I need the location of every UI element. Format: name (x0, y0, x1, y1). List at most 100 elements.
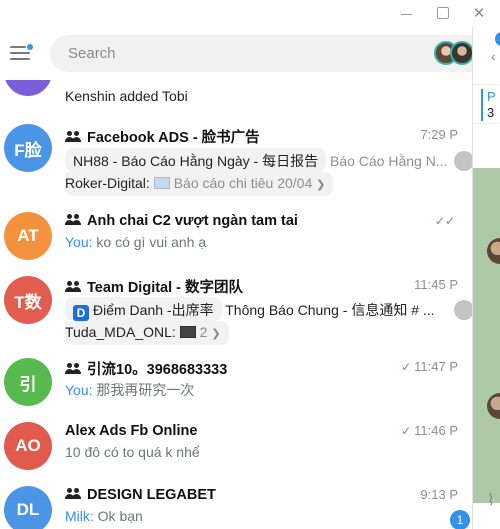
image-thumbnail (179, 326, 196, 338)
unread-badge (454, 300, 472, 320)
back-icon[interactable]: ‹ (491, 48, 496, 64)
image-thumbnail (153, 177, 170, 189)
message-pill: Roker-Digital: Báo cáo chi tiêu 20/04 ❯ (65, 172, 334, 196)
chat-time: ✓ 11:47 P (401, 359, 458, 374)
message-avatar[interactable] (487, 238, 500, 264)
chat-panel: ‹ P 3 ⌇ (472, 26, 500, 529)
chat-item[interactable]: AT Anh chai C2 vượt ngàn tam tai ✓✓ You:… (0, 204, 472, 268)
topic-pill[interactable]: D Điểm Danh -出席率 (65, 297, 222, 321)
chat-item[interactable]: AO Alex Ads Fb Online ✓ 11:46 P 10 đô có … (0, 414, 472, 478)
chat-name: Facebook ADS - 脸书广告 (87, 130, 260, 146)
close-button[interactable]: ✕ (466, 2, 492, 24)
chat-list: Kenshin added Tobi F脸 Facebook ADS - 脸书广… (0, 80, 472, 529)
chat-panel-avatar[interactable] (495, 32, 500, 46)
menu-notification-dot (27, 44, 33, 50)
maximize-button[interactable] (430, 2, 456, 24)
chat-time: 11:45 P (414, 277, 458, 292)
chat-name: Anh chai C2 vượt ngàn tam tai (87, 213, 298, 229)
chat-avatar (4, 80, 52, 96)
chat-time: ✓ 11:46 P (401, 423, 458, 438)
chat-item[interactable]: Kenshin added Tobi (0, 80, 472, 104)
topic-name: NH88 - Báo Cáo Hằng Ngày - 每日报告 (73, 153, 319, 169)
topic-pill[interactable]: NH88 - Báo Cáo Hằng Ngày - 每日报告 (65, 148, 327, 172)
chat-title-row: Alex Ads Fb Online ✓ 11:46 P (65, 422, 472, 442)
topic-preview: D Điểm Danh -出席率 Thông Báo Chung - 信息通知 #… (65, 297, 472, 323)
chat-preview: Kenshin added Tobi (65, 88, 188, 104)
message-text: Ok bạn (97, 508, 143, 524)
message-text: 那我再研究一次 (96, 382, 195, 398)
message-avatar[interactable] (487, 393, 500, 419)
group-icon (65, 214, 83, 226)
sender-name: You: (65, 382, 93, 398)
chat-item[interactable]: DL DESIGN LEGABET 9:13 P Milk: Ok bạn 1 (0, 478, 472, 529)
topic-name: Điểm Danh -出席率 (93, 302, 214, 318)
topic-sub: Thông Báo Chung - 信息通知 # ... (225, 302, 435, 318)
chat-name: 引流10。3968683333 (87, 362, 228, 378)
chat-avatar: AT (4, 212, 52, 260)
time-text: 11:46 P (414, 423, 458, 438)
paperclip-icon[interactable]: ⌇ (487, 490, 495, 510)
chat-item[interactable]: 引 引流10。3968683333 ✓ 11:47 P You: 那我再研究一次 (0, 350, 472, 414)
chat-time: ✓✓ (435, 213, 458, 228)
chat-time: 9:13 P (420, 487, 458, 502)
chat-name: Team Digital - 数字团队 (87, 280, 244, 296)
minimize-button[interactable] (393, 2, 419, 24)
message-text: ko có gì vui anh ạ (96, 234, 207, 250)
chat-title-row: Anh chai C2 vượt ngàn tam tai ✓✓ (65, 212, 472, 232)
sender-name: Tuda_MDA_ONL: (65, 324, 176, 340)
chat-preview: You: 那我再研究一次 (65, 380, 472, 400)
topic-preview: NH88 - Báo Cáo Hằng Ngày - 每日报告 Báo Cáo … (65, 148, 472, 174)
chat-title-row: DESIGN LEGABET 9:13 P (65, 486, 472, 506)
chat-name: Alex Ads Fb Online (65, 423, 198, 439)
chat-preview: 10 đô có to quá k nhể (65, 444, 472, 464)
message-text: 2 (199, 324, 208, 340)
time-text: 11:47 P (414, 359, 458, 374)
pinned-message[interactable]: P 3 (473, 84, 500, 124)
search-placeholder: Search (68, 45, 116, 62)
message-pill: Tuda_MDA_ONL: 2 ❯ (65, 321, 229, 345)
chat-list-header: Search (0, 26, 490, 80)
pinned-bar (481, 89, 483, 121)
check-icon: ✓ (401, 424, 412, 438)
chevron-right-icon: ❯ (211, 328, 221, 340)
chat-preview: Roker-Digital: Báo cáo chi tiêu 20/04 ❯ (65, 172, 472, 198)
group-icon (65, 281, 83, 293)
menu-icon[interactable] (10, 44, 33, 62)
message-text: 10 đô có to quá k nhể (65, 444, 200, 460)
pinned-number: 3 (487, 105, 495, 120)
group-icon (65, 131, 83, 143)
message-text: Báo cáo chi tiêu 20/04 (173, 175, 313, 191)
story-avatar[interactable] (450, 41, 474, 65)
pinned-title: P (487, 89, 496, 104)
chat-panel-header: ‹ (473, 26, 500, 70)
chat-item[interactable]: F脸 Facebook ADS - 脸书广告 7:29 P NH88 - Báo… (0, 122, 472, 196)
unread-badge (454, 151, 472, 171)
sender-name: Milk: (65, 508, 94, 524)
sender-name: You: (65, 234, 93, 250)
chat-name: DESIGN LEGABET (87, 487, 216, 503)
title-bar: ✕ (0, 0, 500, 26)
chat-time: 7:29 P (420, 127, 458, 142)
group-icon (65, 488, 83, 500)
chat-avatar: DL (4, 486, 52, 529)
chat-title-row: Facebook ADS - 脸书广告 7:29 P (65, 126, 472, 146)
check-icon: ✓ (401, 360, 412, 374)
topic-icon: D (73, 305, 89, 321)
chat-avatar: F脸 (4, 124, 52, 172)
chat-preview: Tuda_MDA_ONL: 2 ❯ (65, 321, 472, 347)
chat-preview: You: ko có gì vui anh ạ (65, 234, 472, 254)
topic-sub: Báo Cáo Hằng N... (329, 153, 448, 169)
telegram-window: ✕ Search Kenshin added Tobi F脸 Facebook … (0, 0, 500, 529)
unread-badge: 1 (450, 510, 470, 529)
chat-item[interactable]: T数 Team Digital - 数字团队 11:45 P D Điểm Dan… (0, 268, 472, 345)
double-check-icon: ✓✓ (434, 214, 455, 228)
chat-background (473, 168, 500, 503)
sender-name: Roker-Digital: (65, 175, 150, 191)
search-input[interactable]: Search (50, 35, 490, 72)
chat-title-row: 引流10。3968683333 ✓ 11:47 P (65, 358, 472, 378)
chat-avatar: AO (4, 422, 52, 470)
chat-avatar: T数 (4, 276, 52, 324)
group-icon (65, 363, 83, 375)
chevron-right-icon: ❯ (316, 179, 326, 191)
chat-title-row: Team Digital - 数字团队 11:45 P (65, 276, 472, 296)
